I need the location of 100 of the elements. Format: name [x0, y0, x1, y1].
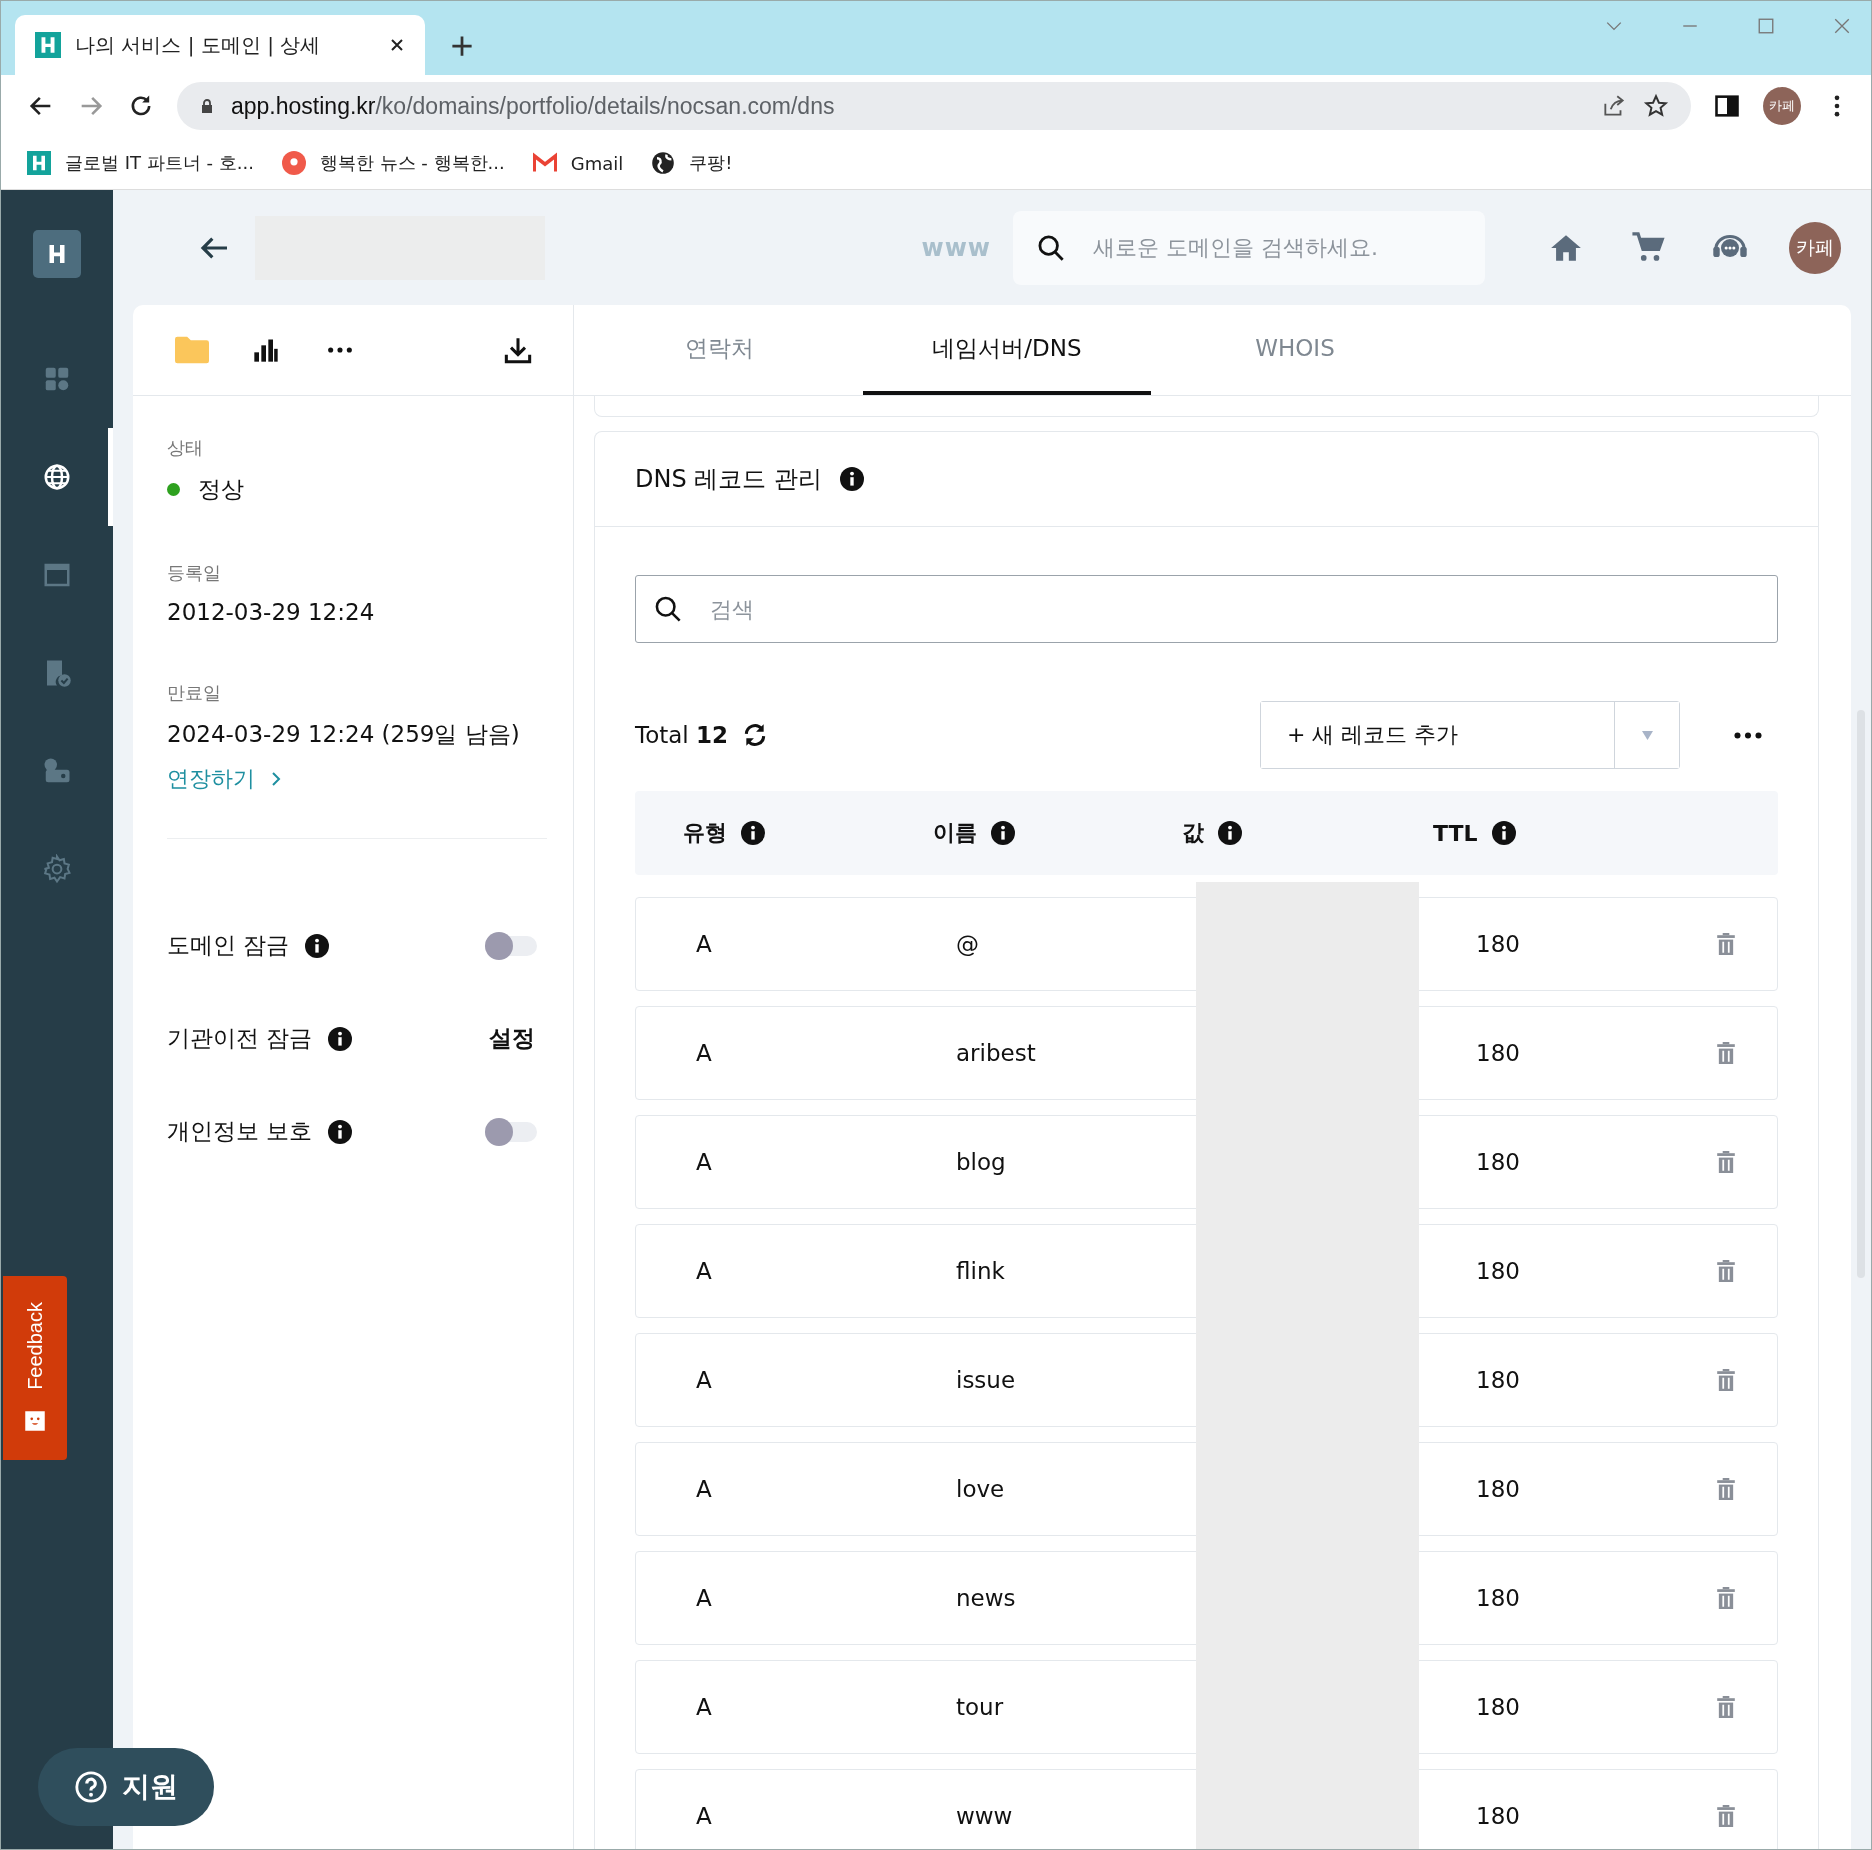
globe-icon [651, 151, 676, 175]
trash-icon[interactable] [1717, 1478, 1735, 1500]
chevron-right-icon [271, 771, 281, 787]
info-icon[interactable] [328, 1026, 353, 1051]
address-bar[interactable]: app.hosting.kr/ko/domains/portfolio/details/nocsan.com/dns [177, 82, 1691, 130]
expiry-date: 2024-03-29 12:24 (259일 남음) [167, 720, 520, 749]
domain-search-field[interactable]: 새로운 도메인을 검색하세요. [1013, 210, 1485, 285]
info-icon[interactable] [991, 821, 1015, 845]
name-cell: flink [956, 1258, 1005, 1284]
setting-link[interactable]: 설정 [489, 1023, 535, 1054]
circle-logo-icon [281, 151, 306, 175]
tab[interactable]: 연락처 [575, 305, 863, 395]
bookmark[interactable]: Gmail [532, 151, 624, 175]
info-icon[interactable] [328, 1119, 353, 1144]
lock-icon[interactable] [199, 97, 215, 115]
search-icon [654, 595, 682, 623]
close-icon[interactable] [389, 37, 405, 53]
tab[interactable]: 네임서버/DNS [863, 305, 1151, 395]
name-cell: tour [956, 1694, 1004, 1720]
name-cell: love [956, 1476, 1005, 1502]
setting-label: 기관이전 잠금 [167, 1024, 313, 1053]
url-text: app.hosting.kr/ko/domains/portfolio/details/nocsan.com/dns [231, 92, 836, 120]
status-label: 상태 [167, 436, 203, 460]
card-title: DNS 레코드 관리 [635, 464, 822, 495]
trash-icon[interactable] [1717, 1151, 1735, 1173]
ttl-cell-text: 180 [1475, 1585, 1520, 1611]
info-icon[interactable] [305, 933, 330, 958]
type-cell: A [696, 931, 712, 957]
type-cell: A [696, 1149, 712, 1175]
trash-icon[interactable] [1717, 1260, 1735, 1282]
trash-icon[interactable] [1717, 1587, 1735, 1609]
profile-avatar[interactable]: 카페 [1763, 87, 1801, 125]
column-header: 값 [1182, 819, 1204, 847]
tab[interactable]: WHOIS [1151, 305, 1439, 395]
ttl-cell-text: 180 [1475, 1149, 1520, 1175]
search-input[interactable]: 검색 [708, 595, 1759, 623]
ttl-cell-text: 180 [1475, 1476, 1520, 1502]
info-icon[interactable] [741, 821, 765, 845]
trash-icon[interactable] [1717, 1696, 1735, 1718]
maximize-icon[interactable] [1757, 17, 1775, 35]
name-cell: @ [956, 931, 979, 957]
name-cell: aribest [956, 1040, 1036, 1066]
ttl-cell-text: 180 [1475, 1694, 1520, 1720]
info-icon[interactable] [1218, 821, 1242, 845]
type-cell: A [696, 1476, 712, 1502]
www-label: www [921, 233, 991, 262]
new-tab-icon[interactable] [451, 35, 473, 57]
ttl-cell-text: 180 [1475, 931, 1520, 957]
bookmark[interactable]: 글로벌 IT 파트너 - 호... [27, 151, 254, 175]
name-cell: news [956, 1585, 1016, 1611]
ttl-cell-text: 180 [1475, 1803, 1520, 1829]
support-button[interactable]: 지원 [38, 1748, 214, 1826]
ttl-cell-text: 180 [1475, 1258, 1520, 1284]
user-avatar[interactable]: 카페 [1789, 221, 1841, 274]
setting-label: 도메인 잠금 [167, 931, 290, 960]
bookmark[interactable]: 쿠팡! [651, 151, 733, 175]
info-icon[interactable] [1491, 821, 1516, 845]
ttl-cell-text: 180 [1475, 1367, 1520, 1393]
type-cell: A [696, 1803, 712, 1829]
info-icon[interactable] [839, 467, 864, 491]
registered-date: 2012-03-29 12:24 [167, 599, 375, 625]
type-cell: A [696, 1367, 712, 1393]
expiry-label: 만료일 [167, 681, 221, 705]
side-panel-icon[interactable] [1713, 92, 1741, 120]
tab-title: 나의 서비스 | 도메인 | 상세 [75, 31, 322, 59]
site-logo-icon [27, 151, 51, 175]
name-cell: blog [956, 1149, 1006, 1175]
name-cell: issue [956, 1367, 1016, 1393]
more-icon[interactable] [1734, 731, 1762, 739]
record-search-field[interactable]: 검색 [635, 575, 1778, 643]
type-cell: A [696, 1040, 712, 1066]
type-cell: A [696, 1258, 712, 1284]
share-icon[interactable] [1601, 93, 1627, 119]
registered-label: 등록일 [167, 561, 221, 585]
status-value: 정상 [198, 475, 244, 504]
trash-icon[interactable] [1717, 1369, 1735, 1391]
record-total: Total 12 [635, 722, 729, 748]
add-record-button[interactable]: + 새 레코드 추가 [1261, 702, 1615, 768]
globe-icon [42, 462, 72, 492]
column-header: 유형 [683, 819, 727, 847]
feedback-tab[interactable]: Feedback [3, 1276, 67, 1460]
trash-icon[interactable] [1717, 1042, 1735, 1064]
bookmark[interactable]: 행복한 뉴스 - 행복한... [281, 151, 505, 175]
help-icon [74, 1770, 108, 1804]
trash-icon[interactable] [1717, 933, 1735, 955]
app-logo-icon[interactable] [33, 230, 81, 278]
search-icon [1037, 233, 1065, 262]
name-cell: www [956, 1803, 1013, 1829]
ttl-cell-text: 180 [1475, 1040, 1520, 1066]
column-header: TTL [1433, 820, 1478, 846]
type-cell: A [696, 1585, 712, 1611]
setting-label: 개인정보 보호 [167, 1117, 313, 1146]
renew-link[interactable]: 연장하기 [167, 764, 281, 794]
gear-icon [42, 854, 72, 884]
star-icon[interactable] [1643, 93, 1669, 119]
browser-tab[interactable]: 나의 서비스 | 도메인 | 상세 [15, 15, 425, 75]
status-dot [167, 483, 180, 496]
search-input[interactable]: 새로운 도메인을 검색하세요. [1091, 234, 1461, 261]
trash-icon[interactable] [1717, 1805, 1735, 1827]
column-header: 이름 [933, 819, 977, 847]
